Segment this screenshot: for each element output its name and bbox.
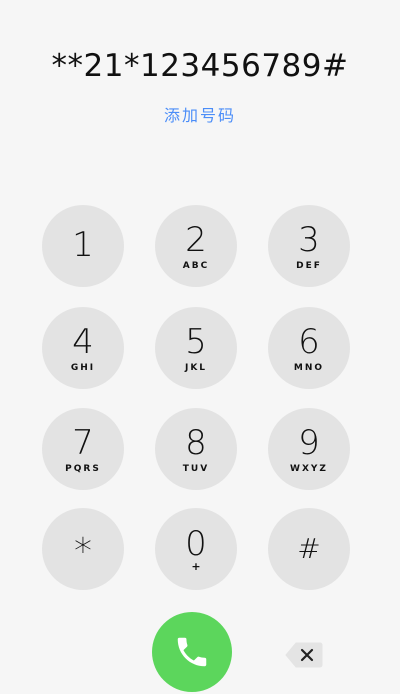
key-4[interactable]: 4 GHI bbox=[42, 307, 124, 389]
key-9-digit: 9 bbox=[298, 422, 320, 463]
key-9[interactable]: 9 WXYZ bbox=[268, 408, 350, 490]
key-3-digit: 3 bbox=[298, 219, 320, 260]
call-button[interactable] bbox=[152, 612, 232, 692]
backspace-icon bbox=[285, 642, 323, 668]
key-star[interactable]: * bbox=[42, 508, 124, 590]
key-6-digit: 6 bbox=[298, 321, 320, 362]
delete-button[interactable] bbox=[284, 641, 324, 669]
key-star-digit: * bbox=[74, 531, 92, 572]
key-7-digit: 7 bbox=[72, 422, 94, 463]
key-3-letters: DEF bbox=[296, 260, 322, 271]
key-5[interactable]: 5 JKL bbox=[155, 307, 237, 389]
key-0[interactable]: 0 + bbox=[155, 508, 237, 590]
key-5-digit: 5 bbox=[185, 321, 207, 362]
key-hash[interactable]: # bbox=[268, 508, 350, 590]
key-hash-digit: # bbox=[297, 532, 321, 565]
key-8-letters: TUV bbox=[182, 463, 210, 474]
key-6-letters: MNO bbox=[293, 362, 325, 373]
key-9-letters: WXYZ bbox=[290, 463, 328, 474]
key-4-digit: 4 bbox=[72, 321, 94, 362]
key-8[interactable]: 8 TUV bbox=[155, 408, 237, 490]
dialed-number-display: **21*123456789# bbox=[51, 48, 349, 84]
key-7-letters: PQRS bbox=[65, 463, 101, 474]
key-3[interactable]: 3 DEF bbox=[268, 205, 350, 287]
add-number-link[interactable]: 添加号码 bbox=[0, 102, 400, 126]
dialer-screen: **21*123456789# 添加号码 1 2 ABC 3 DEF 4 GHI… bbox=[0, 0, 400, 694]
key-1[interactable]: 1 bbox=[42, 205, 124, 287]
phone-handset-icon bbox=[177, 637, 207, 667]
key-1-digit: 1 bbox=[72, 224, 94, 265]
key-2-digit: 2 bbox=[185, 219, 207, 260]
key-0-plus: + bbox=[191, 560, 201, 573]
key-2-letters: ABC bbox=[182, 260, 210, 271]
key-7[interactable]: 7 PQRS bbox=[42, 408, 124, 490]
key-0-digit: 0 bbox=[185, 524, 207, 564]
key-2[interactable]: 2 ABC bbox=[155, 205, 237, 287]
key-6[interactable]: 6 MNO bbox=[268, 307, 350, 389]
key-8-digit: 8 bbox=[185, 422, 207, 463]
key-4-letters: GHI bbox=[70, 362, 96, 373]
key-5-letters: JKL bbox=[184, 362, 208, 373]
